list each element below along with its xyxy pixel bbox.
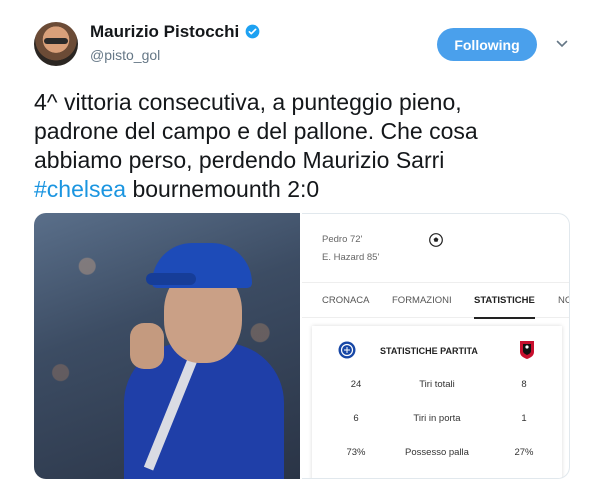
stat-home-value: 6 — [353, 413, 359, 424]
soccer-ball-icon — [429, 233, 443, 247]
stat-away-value: 1 — [521, 413, 527, 424]
stat-row: 24 Tiri totali 8 — [312, 379, 562, 393]
stat-row: 73% Possesso palla 27% — [312, 447, 562, 461]
stat-row: 6 Tiri in porta 1 — [312, 413, 562, 427]
tweet-line: padrone del campo e del pallone. Che cos… — [34, 118, 478, 144]
stats-fade — [312, 476, 562, 478]
scorer-line: Pedro 72' — [322, 234, 363, 245]
author-name[interactable]: Maurizio Pistocchi — [90, 22, 239, 42]
tweet-line-tail: bournemounth 2:0 — [126, 176, 320, 202]
stats-title: STATISTICHE PARTITA — [380, 346, 478, 356]
match-tabs: CRONACA FORMAZIONI STATISTICHE NC — [302, 282, 569, 319]
stat-label: Tiri totali — [419, 379, 455, 390]
tweet-line: abbiamo perso, perdendo Maurizio Sarri — [34, 147, 445, 173]
tweet-text: 4^ vittoria consecutiva, a punteggio pie… — [34, 88, 574, 204]
tab-formazioni[interactable]: FORMAZIONI — [392, 283, 452, 319]
chevron-down-icon[interactable] — [556, 38, 568, 50]
tab-nc[interactable]: NC — [558, 283, 569, 319]
stats-card: STATISTICHE PARTITA 24 Tiri totali 8 6 T… — [312, 326, 562, 478]
stat-label: Tiri in porta — [413, 413, 461, 424]
stat-away-value: 27% — [514, 447, 534, 458]
tab-statistiche[interactable]: STATISTICHE — [474, 283, 535, 319]
verified-badge-icon — [245, 24, 260, 39]
tweet-line: 4^ vittoria consecutiva, a punteggio pie… — [34, 89, 462, 115]
scorer-line: E. Hazard 85' — [322, 252, 380, 263]
photo-cap-brim — [146, 273, 196, 285]
photo-person-hand — [130, 323, 164, 369]
tweet-last-line: #chelsea bournemounth 2:0 — [34, 175, 574, 204]
avatar[interactable] — [34, 22, 78, 66]
following-button[interactable]: Following — [437, 28, 537, 61]
author-handle[interactable]: @pisto_gol — [90, 47, 160, 63]
stat-label: Possesso palla — [405, 447, 469, 458]
avatar-glasses — [44, 38, 68, 44]
tweet-photo[interactable] — [34, 213, 300, 479]
bournemouth-crest-icon — [520, 341, 534, 359]
tab-cronaca[interactable]: CRONACA — [322, 283, 370, 319]
match-stats-image[interactable]: Pedro 72' E. Hazard 85' CRONACA FORMAZIO… — [302, 213, 570, 479]
stat-home-value: 24 — [350, 379, 362, 390]
hashtag-link[interactable]: #chelsea — [34, 176, 126, 202]
stat-away-value: 8 — [521, 379, 527, 390]
chelsea-crest-icon — [338, 341, 356, 359]
stat-home-value: 73% — [346, 447, 366, 458]
